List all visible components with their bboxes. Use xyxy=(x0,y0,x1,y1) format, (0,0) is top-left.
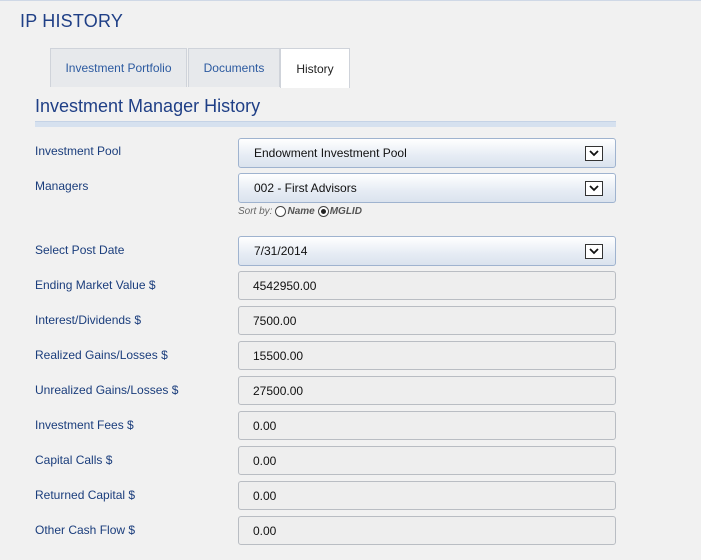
investment-pool-label: Investment Pool xyxy=(35,144,122,158)
post-date-value: 7/31/2014 xyxy=(254,244,308,258)
investment-fees-label: Investment Fees $ xyxy=(35,418,134,432)
post-date-select[interactable]: 7/31/2014 xyxy=(238,236,616,266)
unrealized-gains-field[interactable]: 27500.00 xyxy=(238,376,616,405)
sort-name-radio[interactable] xyxy=(275,206,287,217)
managers-value: 002 - First Advisors xyxy=(254,181,357,195)
sort-by-options: Sort by: Name MGLID xyxy=(238,206,362,217)
section-title: Investment Manager History xyxy=(35,96,261,116)
investment-fees-field[interactable]: 0.00 xyxy=(238,411,616,440)
sort-name-label: Name xyxy=(287,206,315,217)
ending-market-value-label: Ending Market Value $ xyxy=(35,278,156,292)
section-divider xyxy=(35,121,616,127)
investment-fees-value: 0.00 xyxy=(253,418,277,433)
tab-history[interactable]: History xyxy=(280,48,350,88)
other-cash-flow-value: 0.00 xyxy=(253,523,277,538)
ending-market-value: 4542950.00 xyxy=(253,278,317,293)
investment-pool-select[interactable]: Endowment Investment Pool xyxy=(238,138,616,168)
interest-dividends-label: Interest/Dividends $ xyxy=(35,313,142,327)
tab-documents[interactable]: Documents xyxy=(188,48,280,87)
unrealized-gains-label: Unrealized Gains/Losses $ xyxy=(35,383,179,397)
returned-capital-field[interactable]: 0.00 xyxy=(238,481,616,510)
realized-gains-label: Realized Gains/Losses $ xyxy=(35,348,168,362)
other-cash-flow-label: Other Cash Flow $ xyxy=(35,523,136,537)
tab-investment-portfolio[interactable]: Investment Portfolio xyxy=(50,48,187,87)
managers-label: Managers xyxy=(35,179,89,193)
investment-pool-value: Endowment Investment Pool xyxy=(254,146,407,160)
capital-calls-field[interactable]: 0.00 xyxy=(238,446,616,475)
other-cash-flow-field[interactable]: 0.00 xyxy=(238,516,616,545)
realized-gains-field[interactable]: 15500.00 xyxy=(238,341,616,370)
sort-mglid-label: MGLID xyxy=(329,206,362,217)
ending-market-value-field[interactable]: 4542950.00 xyxy=(238,271,616,300)
chevron-down-icon[interactable] xyxy=(585,181,603,196)
sort-mglid-radio[interactable] xyxy=(317,206,329,217)
interest-dividends-field[interactable]: 7500.00 xyxy=(238,306,616,335)
chevron-down-icon[interactable] xyxy=(585,146,603,161)
post-date-label: Select Post Date xyxy=(35,243,125,257)
returned-capital-value: 0.00 xyxy=(253,488,277,503)
managers-select[interactable]: 002 - First Advisors xyxy=(238,173,616,203)
sort-by-label: Sort by: xyxy=(238,206,273,217)
returned-capital-label: Returned Capital $ xyxy=(35,488,136,502)
capital-calls-value: 0.00 xyxy=(253,453,277,468)
capital-calls-label: Capital Calls $ xyxy=(35,453,113,467)
page-title: IP HISTORY xyxy=(20,11,124,31)
chevron-down-icon[interactable] xyxy=(585,244,603,259)
interest-dividends-value: 7500.00 xyxy=(253,313,297,328)
realized-gains-value: 15500.00 xyxy=(253,348,304,363)
unrealized-gains-value: 27500.00 xyxy=(253,383,304,398)
